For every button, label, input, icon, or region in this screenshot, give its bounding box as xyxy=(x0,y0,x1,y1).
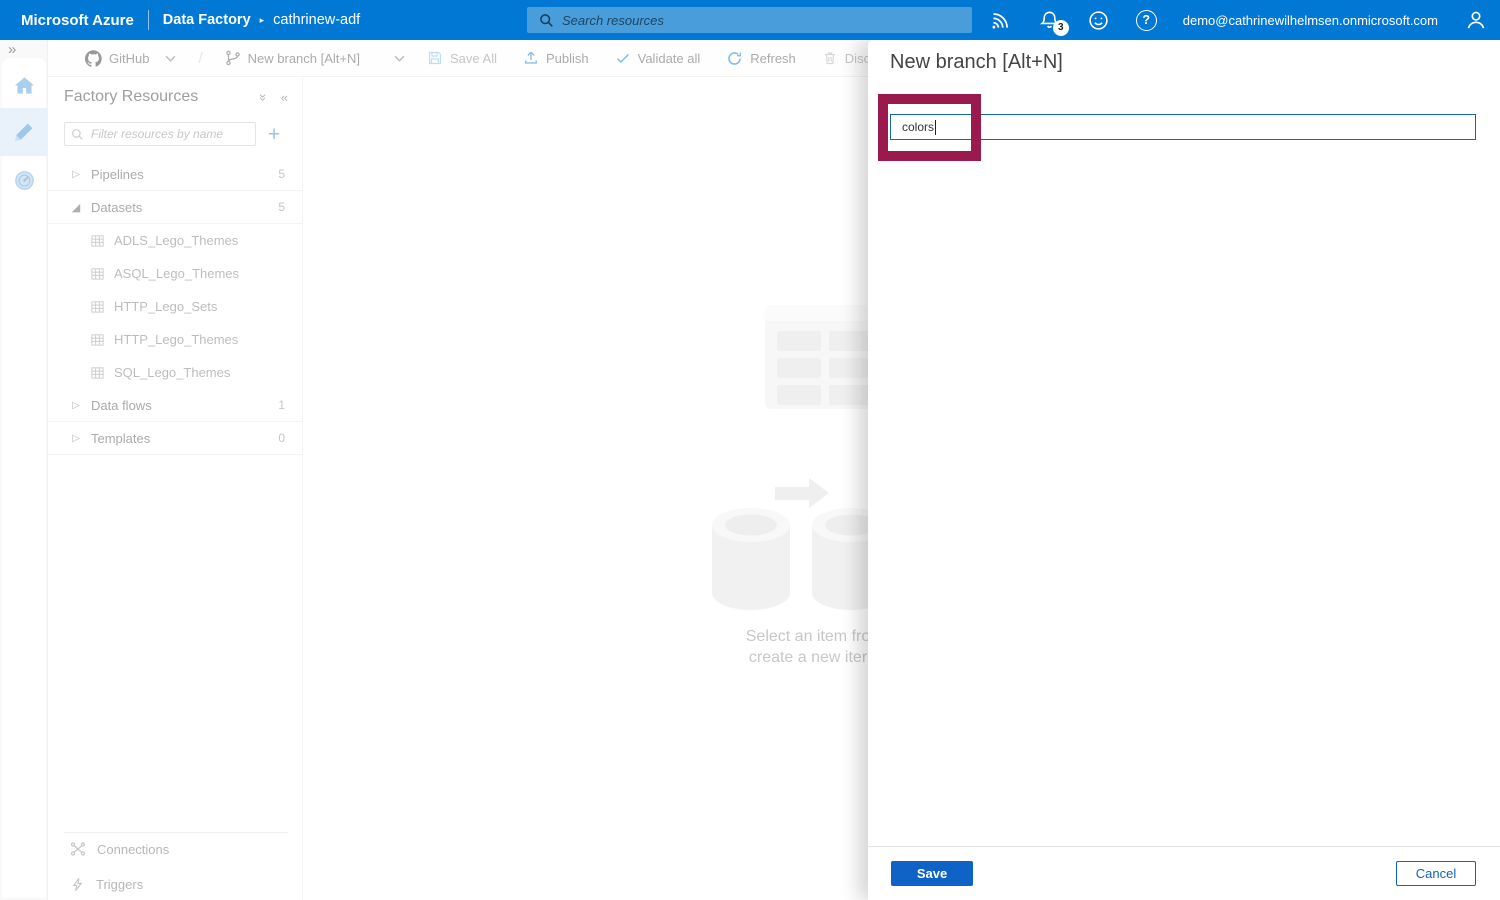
lightning-icon xyxy=(70,877,85,892)
refresh-icon xyxy=(726,50,743,67)
dataset-item[interactable]: SQL_Lego_Themes xyxy=(48,356,302,389)
empty-canvas-message: Select an item fro create a new iter xyxy=(739,626,868,668)
notifications-bell-icon[interactable]: 3 xyxy=(1038,9,1061,32)
breadcrumb-factory-name[interactable]: cathrinew-adf xyxy=(273,12,360,28)
nav-author[interactable] xyxy=(0,108,48,156)
panel-title: New branch [Alt+N] xyxy=(890,51,1063,74)
azure-logo[interactable]: Microsoft Azure xyxy=(21,12,134,29)
global-search xyxy=(527,7,972,33)
text-cursor xyxy=(935,120,936,135)
tree-section-datasets[interactable]: ◢ Datasets 5 xyxy=(48,191,302,224)
git-provider-dropdown[interactable]: GitHub xyxy=(85,50,176,67)
connections-icon xyxy=(70,841,86,857)
top-bar: Microsoft Azure Data Factory ▸ cathrinew… xyxy=(0,0,1500,40)
search-icon xyxy=(71,128,84,141)
search-icon xyxy=(539,13,554,28)
divider xyxy=(64,832,288,833)
validate-all-button[interactable]: Validate all xyxy=(615,50,701,66)
caret-collapsed-icon[interactable]: ▷ xyxy=(70,169,82,180)
account-email[interactable]: demo@cathrinewilhelmsen.onmicrosoft.com xyxy=(1183,13,1438,28)
factory-resources-title: Factory Resources xyxy=(64,88,246,106)
factory-resources-panel: Factory Resources » « + ▷ Pipelines 5 ◢ xyxy=(48,77,303,900)
save-icon xyxy=(427,50,443,66)
caret-collapsed-icon[interactable]: ▷ xyxy=(70,433,82,444)
table-illustration xyxy=(765,305,868,409)
slash-separator: / xyxy=(198,50,202,67)
section-count: 1 xyxy=(278,398,285,412)
collapse-panel-icon[interactable]: « xyxy=(281,90,288,105)
search-input[interactable] xyxy=(560,12,964,29)
new-branch-name-input[interactable]: colors xyxy=(890,114,1476,140)
branch-selector-dropdown[interactable]: New branch [Alt+N] xyxy=(225,50,405,66)
section-count: 5 xyxy=(278,200,285,214)
new-branch-panel: New branch [Alt+N] colors Save Cancel xyxy=(868,40,1500,900)
tree-section-pipelines[interactable]: ▷ Pipelines 5 xyxy=(48,158,302,191)
azure-data-factory-app: Microsoft Azure Data Factory ▸ cathrinew… xyxy=(0,0,1500,900)
left-nav-rail: » xyxy=(0,40,48,900)
help-icon[interactable]: ? xyxy=(1136,10,1157,31)
authoring-toolbar: GitHub / New branch [Alt+N] Save All Pub… xyxy=(48,40,868,77)
dataset-table-icon xyxy=(90,299,105,314)
pencil-icon xyxy=(12,120,36,144)
topbar-divider xyxy=(148,10,149,30)
resource-tree: ▷ Pipelines 5 ◢ Datasets 5 ADLS_Lego_The… xyxy=(48,158,302,455)
publish-button[interactable]: Publish xyxy=(523,50,589,66)
dataset-table-icon xyxy=(90,233,105,248)
checkmark-icon xyxy=(615,50,631,66)
discard-all-button[interactable]: Discard all xyxy=(822,50,868,66)
nav-monitor[interactable] xyxy=(0,156,48,204)
section-count: 0 xyxy=(278,431,285,445)
dataset-table-icon xyxy=(90,266,105,281)
expand-rail-icon[interactable]: » xyxy=(8,41,14,58)
chevron-down-icon xyxy=(165,55,176,62)
dataset-item[interactable]: HTTP_Lego_Sets xyxy=(48,290,302,323)
filter-resources-input[interactable] xyxy=(89,126,249,142)
dataset-item[interactable]: ADLS_Lego_Themes xyxy=(48,224,302,257)
connections-link[interactable]: Connections xyxy=(48,836,302,862)
breadcrumb-app[interactable]: Data Factory xyxy=(163,12,251,28)
caret-collapsed-icon[interactable]: ▷ xyxy=(70,400,82,411)
divider xyxy=(868,846,1500,847)
tree-section-templates[interactable]: ▷ Templates 0 xyxy=(48,422,302,455)
add-resource-button[interactable]: + xyxy=(268,124,280,145)
account-person-icon[interactable] xyxy=(1464,8,1488,32)
arrow-illustration xyxy=(775,478,835,508)
database-cylinder-illustration xyxy=(812,508,868,610)
filter-resources-box xyxy=(64,122,256,146)
dataset-item[interactable]: ASQL_Lego_Themes xyxy=(48,257,302,290)
dataset-table-icon xyxy=(90,365,105,380)
git-branch-icon xyxy=(225,50,241,66)
home-icon xyxy=(12,74,37,99)
debug-signal-icon[interactable] xyxy=(988,8,1012,32)
gauge-icon xyxy=(13,169,36,192)
topbar-actions: 3 ? demo@cathrinewilhelmsen.onmicrosoft.… xyxy=(988,0,1488,40)
triggers-link[interactable]: Triggers xyxy=(48,871,302,897)
save-button[interactable]: Save xyxy=(891,861,973,886)
database-cylinder-illustration xyxy=(712,508,790,610)
refresh-button[interactable]: Refresh xyxy=(726,50,796,67)
chevron-down-icon xyxy=(394,55,405,62)
section-count: 5 xyxy=(278,167,285,181)
feedback-smiley-icon[interactable] xyxy=(1087,9,1110,32)
caret-expanded-icon[interactable]: ◢ xyxy=(70,201,82,214)
notification-count-badge: 3 xyxy=(1053,20,1069,36)
dataset-item[interactable]: HTTP_Lego_Themes xyxy=(48,323,302,356)
save-all-button[interactable]: Save All xyxy=(427,50,497,66)
nav-home[interactable] xyxy=(0,62,48,110)
authoring-canvas: Select an item fro create a new iter xyxy=(303,77,868,900)
publish-icon xyxy=(523,50,539,66)
tree-section-data-flows[interactable]: ▷ Data flows 1 xyxy=(48,389,302,422)
dataset-table-icon xyxy=(90,332,105,347)
collapse-all-icon[interactable]: » xyxy=(256,93,271,100)
trash-icon xyxy=(822,50,838,66)
breadcrumb-chevron-icon: ▸ xyxy=(260,15,265,26)
github-icon xyxy=(85,50,102,67)
cancel-button[interactable]: Cancel xyxy=(1396,861,1476,886)
